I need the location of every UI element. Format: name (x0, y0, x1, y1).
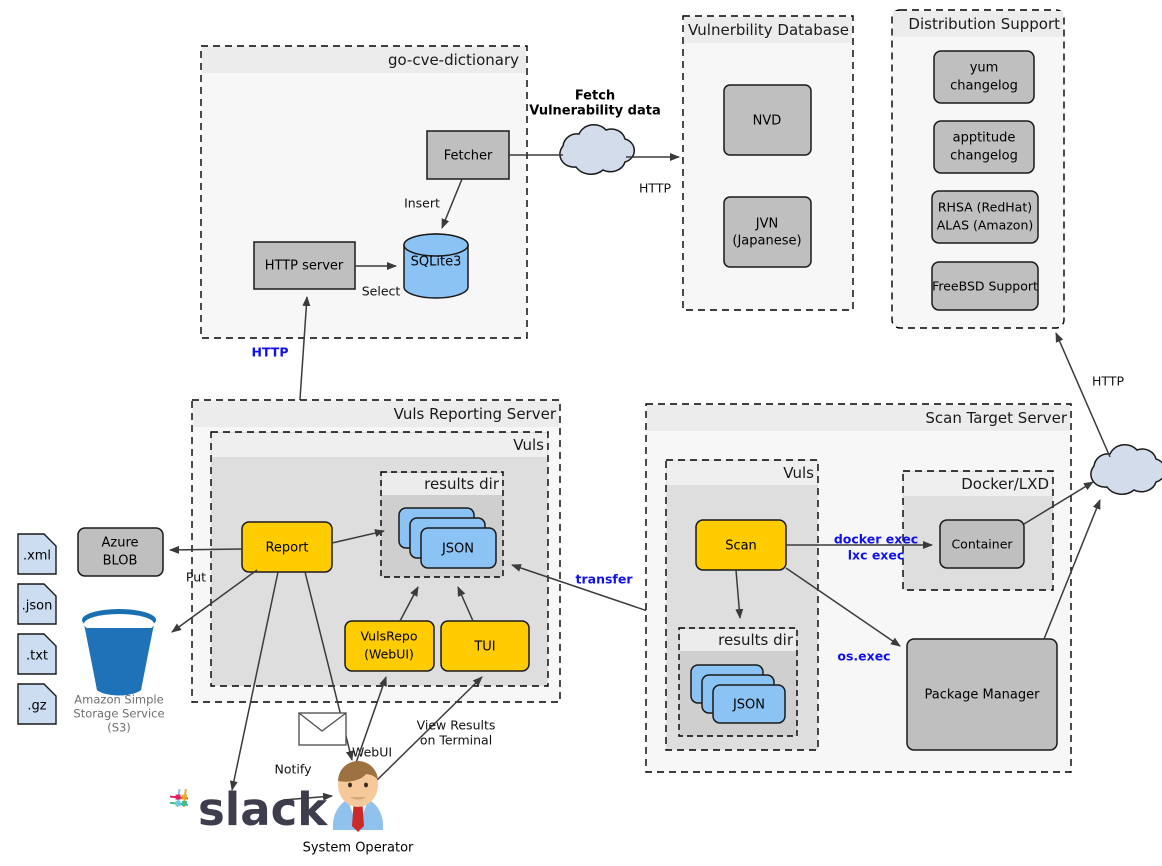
node-s3[interactable]: Amazon Simple Storage Service (S3) (73, 609, 165, 735)
slack-label: slack (198, 783, 328, 836)
group-title-vulnerability-database: Vulnerbility Database (688, 21, 849, 39)
group-title-go-cve-dictionary: go-cve-dictionary (388, 51, 519, 69)
file-label-json: .json (22, 599, 53, 614)
node-label-jvn-line2: (Japanese) (732, 234, 801, 249)
node-container[interactable]: Container (939, 519, 1025, 569)
node-label-report: Report (265, 541, 308, 556)
node-label-http-server: HTTP server (265, 259, 344, 274)
node-label-jvn-line1: JVN (755, 217, 778, 232)
file-label-xml: .xml (23, 549, 51, 564)
node-sqlite3[interactable]: SQLite3 (403, 233, 469, 299)
node-label-sqlite3: SQLite3 (411, 255, 462, 270)
edge-label-insert: Insert (404, 196, 440, 211)
node-apptitude-changelog[interactable]: apptitude changelog (933, 120, 1035, 174)
file-icon-gz: .gz (17, 683, 57, 725)
node-scan[interactable]: Scan (695, 519, 787, 571)
node-label-tui: TUI (473, 640, 495, 655)
group-title-scan-results-dir: results dir (718, 631, 794, 649)
node-fetcher[interactable]: Fetcher (426, 130, 510, 180)
edge-label-put: Put (186, 570, 206, 585)
edge-label-os-exec: os.exec (837, 649, 890, 664)
node-label-yum-line1: yum (970, 61, 999, 76)
node-label-rhsa-line1: RHSA (RedHat) (938, 200, 1032, 215)
edge-label-http-right: HTTP (1092, 374, 1124, 389)
node-label-scan: Scan (725, 539, 757, 554)
node-label-container: Container (951, 537, 1013, 552)
group-title-scan-target-server: Scan Target Server (925, 409, 1067, 427)
file-label-gz: .gz (27, 699, 46, 714)
file-icon-xml: .xml (17, 533, 57, 575)
node-label-apptitude-line2: changelog (950, 149, 1018, 164)
node-label-s3-line3: (S3) (107, 721, 131, 735)
node-report[interactable]: Report (241, 521, 333, 573)
node-label-apptitude-line1: apptitude (953, 131, 1016, 146)
node-label-yum-line2: changelog (950, 79, 1018, 94)
node-jvn[interactable]: JVN (Japanese) (723, 196, 812, 268)
diagram-canvas: go-cve-dictionary Fetcher HTTP server SQ… (0, 0, 1162, 866)
edge-label-docker-exec-line2: lxc exec (848, 548, 905, 563)
edge-label-transfer: transfer (576, 572, 634, 587)
slack-logo[interactable]: slack (170, 783, 328, 836)
node-label-azure-line2: BLOB (103, 554, 138, 569)
edge-label-view-results-line2: on Terminal (420, 733, 492, 748)
group-title-vuls-inner-scan: Vuls (783, 464, 814, 482)
group-title-reporting-results-dir: results dir (424, 475, 500, 493)
edge-label-docker-exec-line1: docker exec (834, 532, 918, 547)
node-nvd[interactable]: NVD (723, 84, 812, 156)
node-label-fetcher: Fetcher (444, 149, 493, 164)
node-freebsd-support[interactable]: FreeBSD Support (931, 261, 1039, 311)
edge-label-http-to-server: HTTP (252, 345, 289, 360)
node-label-nvd: NVD (753, 114, 782, 129)
group-title-vuls-reporting-server: Vuls Reporting Server (394, 405, 557, 423)
node-package-manager[interactable]: Package Manager (906, 638, 1058, 751)
node-label-s3-line2: Storage Service (73, 707, 164, 721)
node-rhsa-alas[interactable]: RHSA (RedHat) ALAS (Amazon) (931, 190, 1039, 244)
edge-label-http-after-cloud: HTTP (639, 181, 671, 196)
group-title-distribution-support: Distribution Support (908, 15, 1060, 33)
cloud-fetch (559, 123, 636, 175)
node-label-vulsrepo-line1: VulsRepo (360, 629, 417, 644)
node-yum-changelog[interactable]: yum changelog (933, 50, 1035, 104)
node-label-package-manager: Package Manager (924, 688, 1040, 703)
node-tui[interactable]: TUI (440, 620, 530, 672)
edge-report-to-azure (169, 545, 243, 554)
group-title-docker-lxd: Docker/LXD (961, 475, 1049, 493)
edge-label-select: Select (362, 284, 401, 299)
mail-icon (298, 712, 347, 746)
file-icon-json: .json (17, 583, 57, 625)
group-title-vuls-inner-reporting: Vuls (513, 436, 544, 454)
edge-label-fetch-line1: Fetch (575, 89, 615, 104)
node-label-azure-line1: Azure (101, 536, 138, 551)
node-label-s3-line1: Amazon Simple (74, 693, 163, 707)
file-icon-txt: .txt (17, 633, 57, 675)
node-label-freebsd: FreeBSD Support (932, 279, 1038, 294)
node-label-vulsrepo-line2: (WebUI) (364, 647, 414, 662)
node-label-scan-json: JSON (732, 698, 765, 713)
edge-label-notify: Notify (275, 762, 313, 777)
cloud-internet-right (1090, 443, 1162, 495)
architecture-diagram: go-cve-dictionary Fetcher HTTP server SQ… (17, 9, 1162, 856)
node-label-system-operator: System Operator (303, 841, 414, 856)
node-azure-blob[interactable]: Azure BLOB (77, 527, 164, 577)
node-http-server[interactable]: HTTP server (253, 241, 356, 290)
file-label-txt: .txt (26, 649, 48, 664)
node-vulsrepo[interactable]: VulsRepo (WebUI) (344, 620, 435, 672)
node-label-reporting-json: JSON (441, 542, 474, 557)
edge-label-fetch-line2: Vulnerability data (529, 104, 661, 119)
edge-label-view-results-line1: View Results (417, 718, 496, 733)
node-label-rhsa-line2: ALAS (Amazon) (937, 218, 1034, 233)
